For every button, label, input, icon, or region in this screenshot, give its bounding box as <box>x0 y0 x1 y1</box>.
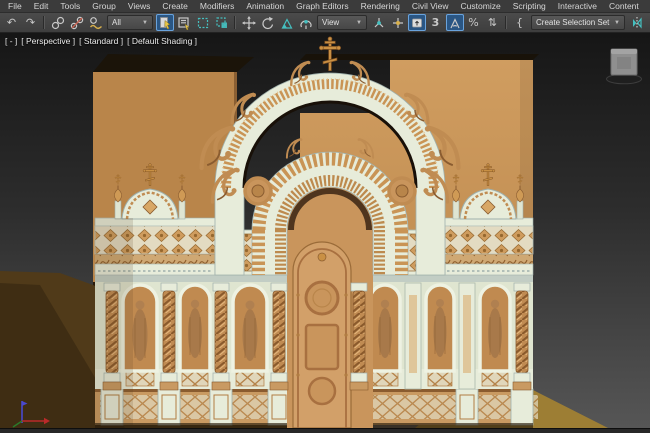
keyboard-shortcut-override-button[interactable] <box>408 14 426 31</box>
perspective-viewport[interactable]: [ - ] [ Perspective ] [ Standard ] [ Def… <box>0 33 650 428</box>
select-and-scale-button[interactable] <box>278 14 296 31</box>
select-and-rotate-button[interactable] <box>259 14 277 31</box>
menu-item-edit[interactable]: Edit <box>28 1 55 11</box>
menu-item-customize[interactable]: Customize <box>455 1 507 11</box>
select-by-name-icon <box>177 16 191 30</box>
chevron-down-icon: ▼ <box>142 20 148 26</box>
selection-filter-dropdown[interactable]: All ▼ <box>107 15 153 30</box>
angle-snap-toggle-button[interactable] <box>446 14 464 31</box>
manipulate-icon <box>391 16 405 30</box>
window-crossing-icon <box>215 16 229 30</box>
spinner-snap-toggle-button[interactable]: ⇅ <box>484 14 502 31</box>
mirror-icon <box>630 16 644 30</box>
column <box>270 283 288 390</box>
chevron-down-icon: ▼ <box>614 20 620 26</box>
percent-snap-toggle-button[interactable]: % <box>465 14 483 31</box>
move-icon <box>242 16 256 30</box>
menu-item-civil-view[interactable]: Civil View <box>406 1 455 11</box>
menu-item-group[interactable]: Group <box>86 1 122 11</box>
select-and-link-button[interactable] <box>49 14 67 31</box>
toolbar-separator <box>234 16 236 29</box>
use-pivot-point-button[interactable] <box>370 14 388 31</box>
unlink-selection-button[interactable] <box>68 14 86 31</box>
braces-icon: { <box>516 17 523 28</box>
icon-niche[interactable] <box>370 285 400 371</box>
keyboard-key-icon <box>410 16 424 30</box>
menu-item-scripting[interactable]: Scripting <box>507 1 552 11</box>
viewport-label: [ - ] [ Perspective ] [ Standard ] [ Def… <box>5 36 197 46</box>
rectangular-selection-region-button[interactable] <box>194 14 212 31</box>
select-and-manipulate-button[interactable] <box>389 14 407 31</box>
space-warp-icon <box>89 16 103 30</box>
viewport-style-menu[interactable]: [ Standard ] <box>79 36 123 46</box>
redo-icon: ↷ <box>26 17 35 28</box>
select-object-button[interactable] <box>156 14 174 31</box>
menu-item-create[interactable]: Create <box>156 1 194 11</box>
menu-item-views[interactable]: Views <box>122 1 157 11</box>
select-by-name-button[interactable] <box>175 14 193 31</box>
column <box>212 283 230 390</box>
viewport-canvas[interactable] <box>0 33 650 428</box>
viewport-shading-menu[interactable]: [ Default Shading ] <box>127 36 197 46</box>
bottom-strip <box>0 428 650 433</box>
menu-item-graph-editors[interactable]: Graph Editors <box>290 1 354 11</box>
select-and-move-button[interactable] <box>240 14 258 31</box>
link-icon <box>51 16 65 30</box>
menu-item-animation[interactable]: Animation <box>240 1 290 11</box>
icon-niche[interactable] <box>480 285 510 371</box>
snaps-3d-icon: 3 <box>432 17 440 28</box>
place-icon <box>299 16 313 30</box>
menu-item-tools[interactable]: Tools <box>54 1 86 11</box>
column <box>513 283 531 390</box>
pivot-point-icon <box>372 16 386 30</box>
bind-to-space-warp-button[interactable] <box>87 14 105 31</box>
select-and-place-button[interactable] <box>297 14 315 31</box>
reference-coordinate-dropdown[interactable]: View ▼ <box>317 15 367 30</box>
unlink-icon <box>70 16 84 30</box>
icon-niche[interactable] <box>426 285 454 371</box>
menu-item-interactive[interactable]: Interactive <box>552 1 603 11</box>
angle-snap-icon <box>448 16 462 30</box>
menu-item-arnold[interactable]: Arnold <box>645 1 650 11</box>
percent-icon: % <box>468 17 478 28</box>
selection-region-icon <box>196 16 210 30</box>
view-cube[interactable] <box>607 49 642 84</box>
align-button[interactable] <box>647 14 650 31</box>
spinner-arrows-icon: ⇅ <box>488 17 497 28</box>
icon-niche[interactable] <box>233 285 267 371</box>
column <box>160 283 178 390</box>
edit-named-selection-sets-button[interactable]: { <box>511 14 529 31</box>
menu-item-content[interactable]: Content <box>603 1 645 11</box>
selection-filter-value: All <box>112 18 121 27</box>
menu-bar: File Edit Tools Group Views Create Modif… <box>0 0 650 12</box>
column <box>350 283 368 390</box>
window-crossing-button[interactable] <box>213 14 231 31</box>
named-selection-sets-dropdown[interactable]: Create Selection Set ▼ <box>531 15 625 30</box>
undo-button[interactable]: ↶ <box>3 14 21 31</box>
icon-niche[interactable] <box>180 285 210 371</box>
chevron-down-icon: ▼ <box>356 20 362 26</box>
rotate-icon <box>261 16 275 30</box>
menu-item-modifiers[interactable]: Modifiers <box>194 1 240 11</box>
menu-item-rendering[interactable]: Rendering <box>355 1 406 11</box>
toolbar-separator <box>505 16 507 29</box>
viewport-general-menu[interactable]: [ - ] <box>5 36 17 46</box>
undo-icon: ↶ <box>7 17 16 28</box>
select-object-icon <box>158 16 172 30</box>
snaps-toggle-button[interactable]: 3 <box>427 14 445 31</box>
main-toolbar: ↶ ↷ All ▼ View ▼ 3 % ⇅ { Create Selection … <box>0 12 650 33</box>
selection-set-value: Create Selection Set <box>536 18 609 27</box>
redo-button[interactable]: ↷ <box>22 14 40 31</box>
application-window: File Edit Tools Group Views Create Modif… <box>0 0 650 433</box>
scale-icon <box>280 16 294 30</box>
toolbar-separator <box>43 16 45 29</box>
coordinate-system-value: View <box>322 18 339 27</box>
menu-item-file[interactable]: File <box>2 1 28 11</box>
viewport-pov-menu[interactable]: [ Perspective ] <box>21 36 75 46</box>
mirror-button[interactable] <box>628 14 646 31</box>
